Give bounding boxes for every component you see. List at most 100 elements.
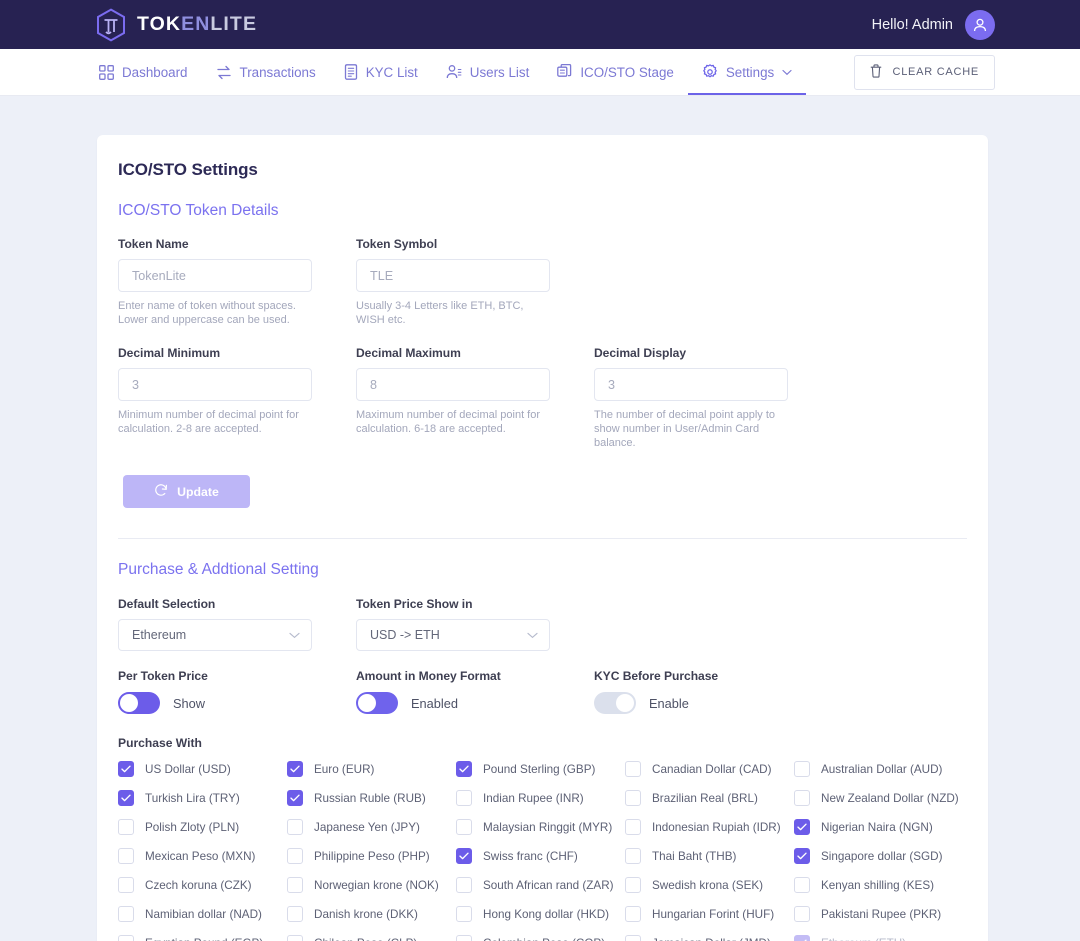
decimal-maximum-input[interactable]: 8 — [356, 368, 550, 402]
checkbox-icon[interactable] — [625, 819, 641, 836]
currency-checkbox-item[interactable]: Malaysian Ringgit (MYR) — [456, 819, 625, 836]
brand-logo[interactable]: TOK EN LITE — [95, 7, 257, 42]
nav-item-users-list[interactable]: Users List — [432, 49, 544, 95]
currency-checkbox-item[interactable]: Polish Zloty (PLN) — [118, 819, 287, 836]
checkbox-icon[interactable] — [625, 935, 641, 941]
toggle-state-label: Enable — [649, 695, 689, 711]
checkbox-icon[interactable] — [625, 790, 641, 807]
checkbox-icon[interactable] — [118, 819, 134, 836]
token-symbol-input[interactable]: TLE — [356, 259, 550, 292]
purchase-with-label: Purchase With — [118, 736, 202, 751]
nav-item-dashboard[interactable]: Dashboard — [85, 49, 202, 95]
currency-checkbox-item[interactable]: South African rand (ZAR) — [456, 877, 625, 894]
currency-label: Turkish Lira (TRY) — [145, 791, 240, 805]
user-avatar-icon[interactable] — [965, 9, 995, 40]
toggle-state-label: Show — [173, 695, 206, 711]
nav-item-ico-sto-stage[interactable]: ICO/STO Stage — [543, 49, 688, 95]
per-token-price-switch[interactable] — [118, 692, 160, 715]
currency-checkbox-item[interactable]: Norwegian krone (NOK) — [287, 877, 456, 894]
currency-checkbox-item[interactable]: Czech koruna (CZK) — [118, 877, 287, 894]
checkbox-icon[interactable] — [118, 790, 134, 807]
checkbox-icon[interactable] — [794, 906, 810, 923]
currency-label: Pound Sterling (GBP) — [483, 762, 596, 776]
currency-checkbox-item[interactable]: Jamaican Dollar (JMD) — [625, 935, 794, 941]
kyc-before-purchase-switch[interactable] — [594, 692, 636, 715]
currency-checkbox-item[interactable]: Colombian Peso (COP) — [456, 935, 625, 941]
currency-checkbox-item[interactable]: Brazilian Real (BRL) — [625, 790, 794, 807]
checkbox-icon[interactable] — [287, 906, 303, 923]
token-name-input[interactable]: TokenLite — [118, 259, 312, 292]
checkbox-icon[interactable] — [794, 935, 810, 941]
currency-checkbox-item[interactable]: Pound Sterling (GBP) — [456, 761, 625, 778]
checkbox-icon[interactable] — [287, 935, 303, 941]
nav-item-kyc-list[interactable]: KYC List — [330, 49, 432, 95]
checkbox-icon[interactable] — [456, 848, 472, 865]
currency-checkbox-item[interactable]: US Dollar (USD) — [118, 761, 287, 778]
currency-checkbox-item[interactable]: Thai Baht (THB) — [625, 848, 794, 865]
user-menu[interactable]: Hello! Admin — [872, 9, 995, 40]
checkbox-icon[interactable] — [625, 848, 641, 865]
currency-checkbox-item[interactable]: Euro (EUR) — [287, 761, 456, 778]
nav-item-transactions[interactable]: Transactions — [202, 49, 330, 95]
field-help: Enter name of token without spaces. Lowe… — [118, 300, 296, 327]
token-price-show-in-dropdown[interactable]: USD -> ETH — [356, 619, 550, 652]
currency-checkbox-item[interactable]: Egyptian Pound (EGP) — [118, 935, 287, 941]
currency-label: Danish krone (DKK) — [314, 907, 418, 921]
currency-checkbox-item[interactable]: Chilean Peso (CLP) — [287, 935, 456, 941]
currency-checkbox-item[interactable]: Danish krone (DKK) — [287, 906, 456, 923]
checkbox-icon[interactable] — [118, 935, 134, 941]
checkbox-icon[interactable] — [287, 790, 303, 807]
update-button[interactable]: Update — [123, 475, 250, 509]
checkbox-icon[interactable] — [456, 906, 472, 923]
currency-checkbox-item[interactable]: Russian Ruble (RUB) — [287, 790, 456, 807]
currency-checkbox-item[interactable]: Mexican Peso (MXN) — [118, 848, 287, 865]
checkbox-icon[interactable] — [118, 761, 134, 778]
currency-checkbox-item[interactable]: Hungarian Forint (HUF) — [625, 906, 794, 923]
nav-item-settings[interactable]: Settings — [687, 49, 807, 95]
currency-checkbox-item[interactable]: Indian Rupee (INR) — [456, 790, 625, 807]
currency-checkbox-item[interactable]: Turkish Lira (TRY) — [118, 790, 287, 807]
currency-checkbox-item[interactable]: Indonesian Rupiah (IDR) — [625, 819, 794, 836]
decimal-display-input[interactable]: 3 — [594, 368, 788, 402]
decimal-minimum-input[interactable]: 3 — [118, 368, 312, 402]
checkbox-icon[interactable] — [287, 819, 303, 836]
currency-checkbox-item[interactable]: Swiss franc (CHF) — [456, 848, 625, 865]
currency-checkbox-item[interactable]: Japanese Yen (JPY) — [287, 819, 456, 836]
currency-checkbox-item[interactable]: Ethereum (ETH) — [794, 935, 963, 941]
checkbox-icon[interactable] — [625, 877, 641, 894]
checkbox-icon[interactable] — [287, 848, 303, 865]
checkbox-icon[interactable] — [794, 761, 810, 778]
default-selection-dropdown[interactable]: Ethereum — [118, 619, 312, 652]
checkbox-icon[interactable] — [794, 819, 810, 836]
checkbox-icon[interactable] — [118, 848, 134, 865]
checkbox-icon[interactable] — [287, 877, 303, 894]
checkbox-icon[interactable] — [118, 877, 134, 894]
currency-checkbox-item[interactable]: Hong Kong dollar (HKD) — [456, 906, 625, 923]
checkbox-icon[interactable] — [456, 761, 472, 778]
checkbox-icon[interactable] — [794, 877, 810, 894]
currency-checkbox-item[interactable]: Namibian dollar (NAD) — [118, 906, 287, 923]
checkbox-icon[interactable] — [456, 819, 472, 836]
currency-checkbox-item[interactable]: Philippine Peso (PHP) — [287, 848, 456, 865]
currency-checkbox-item[interactable]: New Zealand Dollar (NZD) — [794, 790, 963, 807]
currency-checkbox-item[interactable]: Canadian Dollar (CAD) — [625, 761, 794, 778]
checkbox-icon[interactable] — [625, 761, 641, 778]
currency-checkbox-item[interactable]: Singapore dollar (SGD) — [794, 848, 963, 865]
checkbox-icon[interactable] — [794, 790, 810, 807]
clear-cache-button[interactable]: CLEAR CACHE — [853, 54, 995, 90]
currency-checkbox-item[interactable]: Nigerian Naira (NGN) — [794, 819, 963, 836]
currency-checkbox-item[interactable]: Swedish krona (SEK) — [625, 877, 794, 894]
currency-checkbox-item[interactable]: Pakistani Rupee (PKR) — [794, 906, 963, 923]
currency-checkbox-item[interactable]: Australian Dollar (AUD) — [794, 761, 963, 778]
field-label: Default Selection — [118, 597, 216, 612]
checkbox-icon[interactable] — [456, 790, 472, 807]
checkbox-icon[interactable] — [287, 761, 303, 778]
field-label: Decimal Display — [594, 346, 687, 361]
amount-money-format-switch[interactable] — [356, 692, 398, 715]
checkbox-icon[interactable] — [456, 877, 472, 894]
checkbox-icon[interactable] — [625, 906, 641, 923]
checkbox-icon[interactable] — [118, 906, 134, 923]
checkbox-icon[interactable] — [794, 848, 810, 865]
checkbox-icon[interactable] — [456, 935, 472, 941]
currency-checkbox-item[interactable]: Kenyan shilling (KES) — [794, 877, 963, 894]
